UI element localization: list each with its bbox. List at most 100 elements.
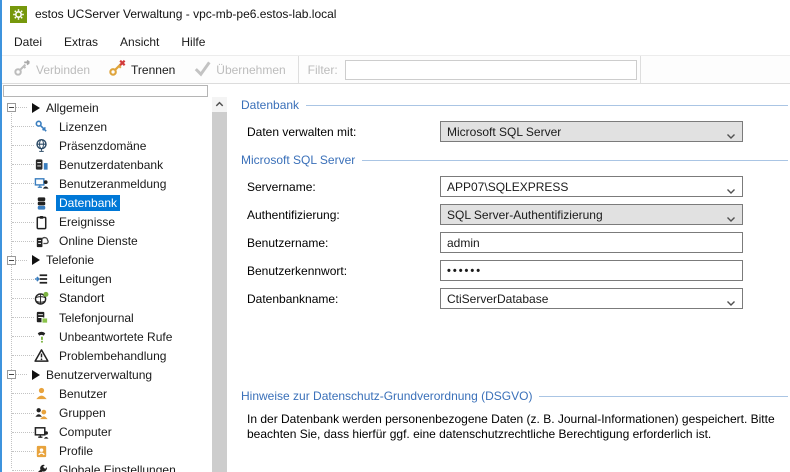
tree-connector — [16, 107, 27, 108]
user-icon — [34, 386, 49, 401]
tree-item-datenbank[interactable]: Datenbank — [3, 193, 210, 212]
benutzerkennwort-password-input[interactable]: •••••• — [440, 260, 743, 281]
scrollbar-thumb[interactable] — [212, 112, 227, 472]
field-label: Authentifizierung: — [247, 208, 440, 222]
tree-item-problembehandlung[interactable]: Problembehandlung — [3, 346, 210, 365]
chevron-down-icon — [726, 296, 736, 310]
tree-group-benutzerverwaltung[interactable]: Benutzerverwaltung — [3, 365, 210, 384]
tree-item-label: Problembehandlung — [56, 348, 169, 364]
database-icon — [34, 196, 49, 211]
menu-item-datei[interactable]: Datei — [3, 30, 53, 54]
window-border-accent — [0, 0, 2, 472]
field-label: Servername: — [247, 180, 440, 194]
tree-item-unbeantwortete-rufe[interactable]: Unbeantwortete Rufe — [3, 327, 210, 346]
uebernehmen-button: Übernehmen — [184, 56, 294, 83]
tree-connector — [12, 451, 34, 452]
profile-icon — [34, 444, 49, 459]
tree-item-ereignisse[interactable]: Ereignisse — [3, 213, 210, 232]
field-row-servername: Servername:APP07\SQLEXPRESS — [247, 176, 788, 197]
tree-item-label: Präsenzdomäne — [56, 138, 149, 154]
field-row-daten-verwalten-mit: Daten verwalten mit:Microsoft SQL Server — [247, 121, 788, 142]
tree-connector — [12, 164, 34, 165]
section-title: Datenbank — [241, 98, 299, 112]
datenbankname-combo[interactable]: CtiServerDatabase — [440, 288, 743, 309]
tree-item-telefonjournal[interactable]: Telefonjournal — [3, 308, 210, 327]
tree-item-label: Globale Einstellungen — [56, 462, 179, 472]
tree-connector — [12, 336, 34, 337]
tree-item-lizenzen[interactable]: Lizenzen — [3, 117, 210, 136]
tree-item-label: Leitungen — [56, 271, 115, 287]
tree-connector — [12, 126, 34, 127]
computer-user-icon — [34, 176, 49, 191]
menubar: DateiExtrasAnsichtHilfe — [0, 28, 790, 55]
tree-item-benutzeranmeldung[interactable]: Benutzeranmeldung — [3, 174, 210, 193]
tree-item-benutzer[interactable]: Benutzer — [3, 384, 210, 403]
daten-verwalten-mit-combo[interactable]: Microsoft SQL Server — [440, 121, 743, 142]
field-value: CtiServerDatabase — [447, 292, 548, 306]
window-title: estos UCServer Verwaltung - vpc-mb-pe6.e… — [35, 7, 336, 21]
tree-connector — [12, 393, 34, 394]
settings-panel: Datenbank Daten verwalten mit:Microsoft S… — [229, 84, 790, 472]
tree-expander-icon[interactable] — [7, 103, 16, 112]
tree-item-label: Benutzerdatenbank — [56, 157, 166, 173]
tree-connector — [12, 432, 34, 433]
filter-input[interactable] — [345, 60, 637, 80]
tree-group-allgemein[interactable]: Allgemein — [3, 98, 210, 117]
toolbar-separator — [298, 56, 299, 83]
section-rule — [306, 105, 788, 106]
tree-connector — [16, 374, 27, 375]
chevron-down-icon — [726, 212, 736, 226]
app-gear-icon — [10, 6, 27, 23]
tree-expander-icon[interactable] — [7, 370, 16, 379]
tree-item-leitungen[interactable]: Leitungen — [3, 270, 210, 289]
authentifizierung-combo[interactable]: SQL Server-Authentifizierung — [440, 204, 743, 225]
menu-item-ansicht[interactable]: Ansicht — [109, 30, 170, 54]
tree-item-profile[interactable]: Profile — [3, 442, 210, 461]
section-header-datenbank: Datenbank — [241, 98, 788, 112]
tree-group-telefonie[interactable]: Telefonie — [3, 251, 210, 270]
tree-connector — [12, 279, 34, 280]
menu-item-extras[interactable]: Extras — [53, 30, 109, 54]
tree-item-standort[interactable]: Standort — [3, 289, 210, 308]
scroll-up-icon[interactable] — [212, 97, 227, 112]
apply-check-icon — [193, 59, 211, 80]
tree-group-label: Allgemein — [46, 101, 99, 115]
tree-expander-icon[interactable] — [7, 256, 16, 265]
tree-item-label: Profile — [56, 443, 96, 459]
filter-label: Filter: — [308, 63, 338, 77]
section-title: Hinweise zur Datenschutz-Grundverordnung… — [241, 389, 532, 403]
globe-icon — [34, 138, 49, 153]
tree-scrollbar[interactable] — [212, 97, 227, 472]
benutzername-input[interactable]: admin — [440, 232, 743, 253]
field-value: •••••• — [447, 265, 482, 277]
tree-item-praesenzdomaene[interactable]: Präsenzdomäne — [3, 136, 210, 155]
tree-item-label: Computer — [56, 424, 115, 440]
field-label: Datenbankname: — [247, 292, 440, 306]
menu-item-hilfe[interactable]: Hilfe — [170, 30, 216, 54]
chevron-down-icon — [726, 184, 736, 198]
tree-item-gruppen[interactable]: Gruppen — [3, 404, 210, 423]
tree-connector — [12, 413, 34, 414]
warning-icon — [34, 348, 49, 363]
field-row-benutzerkennwort: Benutzerkennwort: •••••• — [247, 260, 788, 281]
tree-item-benutzerdatenbank[interactable]: Benutzerdatenbank — [3, 155, 210, 174]
trennen-button[interactable]: Trennen — [99, 56, 184, 83]
tree-connector — [16, 260, 27, 261]
group-icon — [34, 406, 49, 421]
toolbar: VerbindenTrennenÜbernehmen Filter: — [0, 55, 790, 84]
field-row-authentifizierung: Authentifizierung:SQL Server-Authentifiz… — [247, 204, 788, 225]
field-label: Benutzerkennwort: — [247, 264, 440, 278]
journal-icon — [34, 310, 49, 325]
tree-connector — [12, 222, 34, 223]
tree-item-online-dienste[interactable]: Online Dienste — [3, 232, 210, 251]
globe-location-icon — [34, 291, 49, 306]
field-value: Microsoft SQL Server — [447, 125, 561, 139]
servername-combo[interactable]: APP07\SQLEXPRESS — [440, 176, 743, 197]
tree-arrow-icon — [32, 103, 40, 113]
connect-key-icon — [13, 59, 31, 80]
tree-item-computer[interactable]: Computer — [3, 423, 210, 442]
tree-item-globale-einstellungen[interactable]: Globale Einstellungen — [3, 461, 210, 472]
tree-connector — [12, 145, 34, 146]
tree-connector — [12, 203, 34, 204]
clipboard-icon — [34, 215, 49, 230]
